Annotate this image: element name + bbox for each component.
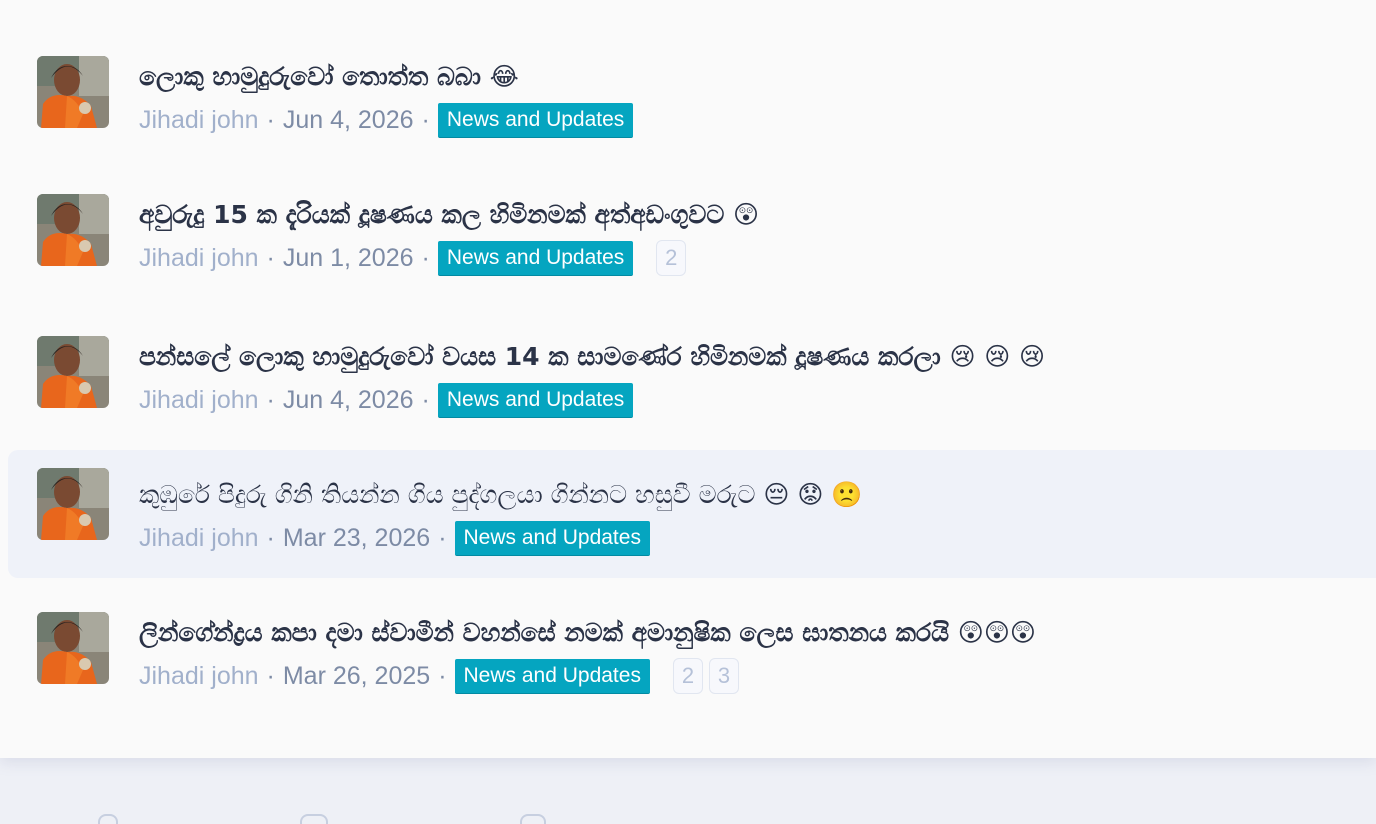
user-avatar-image xyxy=(37,194,109,266)
thread-title[interactable]: අවුරුදු 15 ක දැරියක් දූෂණය කල හිමිනමක් අ… xyxy=(139,194,759,236)
thread-date[interactable]: Jun 4, 2026 xyxy=(283,102,414,138)
page-jump-links: 23 xyxy=(672,658,739,694)
thread-meta: Jihadi john · Mar 23, 2026 · News and Up… xyxy=(139,520,650,556)
avatar[interactable] xyxy=(37,194,109,266)
avatar[interactable] xyxy=(37,468,109,540)
thread-title[interactable]: කුඹුරේ පිදුරු ගිනි තියන්න ගිය පුද්ගලයා ග… xyxy=(139,474,863,516)
thread-list-panel: ලොකු හාමුදුරුවෝ තොත්ත බබා 😂 Jihadi john … xyxy=(0,0,1376,758)
thread-item[interactable]: අවුරුදු 15 ක දැරියක් දූෂණය කල හිමිනමක් අ… xyxy=(8,194,1376,322)
page-link[interactable]: 2 xyxy=(672,658,703,694)
thread-meta: Jihadi john · Jun 1, 2026 · News and Upd… xyxy=(139,240,687,276)
thread-meta: Jihadi john · Mar 26, 2025 · News and Up… xyxy=(139,658,739,694)
thread-item[interactable]: ලින්ගේන්ද්‍රය කපා දමා ස්වාමීන් වහන්සේ නම… xyxy=(8,612,1376,740)
thread-date[interactable]: Jun 1, 2026 xyxy=(283,240,414,276)
page-link[interactable]: 3 xyxy=(708,658,739,694)
thread-author[interactable]: Jihadi john xyxy=(139,382,259,418)
forum-tag[interactable]: News and Updates xyxy=(437,102,634,138)
meta-separator: · xyxy=(266,106,275,134)
thread-title[interactable]: ලින්ගේන්ද්‍රය කපා දමා ස්වාමීන් වහන්සේ නම… xyxy=(139,612,1036,654)
meta-separator: · xyxy=(266,386,275,414)
footer-partial xyxy=(0,806,1376,824)
thread-meta: Jihadi john · Jun 4, 2026 · News and Upd… xyxy=(139,382,634,418)
user-avatar-image xyxy=(37,56,109,128)
page-jump-links: 2 xyxy=(656,240,687,276)
avatar[interactable] xyxy=(37,336,109,408)
forum-tag[interactable]: News and Updates xyxy=(437,382,634,418)
forum-tag[interactable]: News and Updates xyxy=(454,658,650,694)
meta-separator: · xyxy=(266,662,275,690)
thread-author[interactable]: Jihadi john xyxy=(139,520,259,556)
user-avatar-image xyxy=(37,468,109,540)
forum-tag[interactable]: News and Updates xyxy=(454,520,650,556)
meta-separator: · xyxy=(421,106,430,134)
user-avatar-image xyxy=(37,612,109,684)
forum-tag[interactable]: News and Updates xyxy=(437,240,634,276)
thread-date[interactable]: Mar 23, 2026 xyxy=(283,520,430,556)
thread-date[interactable]: Mar 26, 2025 xyxy=(283,658,430,694)
thread-item[interactable]: කුඹුරේ පිදුරු ගිනි තියන්න ගිය පුද්ගලයා ග… xyxy=(8,450,1376,578)
meta-separator: · xyxy=(438,662,447,690)
thread-author[interactable]: Jihadi john xyxy=(139,658,259,694)
thread-item[interactable]: පන්සලේ ලොකු හාමුදුරුවෝ වයස 14 ක සාමණේර හ… xyxy=(8,336,1376,464)
page-link[interactable]: 2 xyxy=(656,240,687,276)
meta-separator: · xyxy=(266,524,275,552)
thread-title[interactable]: පන්සලේ ලොකු හාමුදුරුවෝ වයස 14 ක සාමණේර හ… xyxy=(139,336,1045,378)
user-avatar-image xyxy=(37,336,109,408)
meta-separator: · xyxy=(421,386,430,414)
avatar[interactable] xyxy=(37,612,109,684)
thread-meta: Jihadi john · Jun 4, 2026 · News and Upd… xyxy=(139,102,634,138)
meta-separator: · xyxy=(266,244,275,272)
thread-date[interactable]: Jun 4, 2026 xyxy=(283,382,414,418)
thread-title[interactable]: ලොකු හාමුදුරුවෝ තොත්ත බබා 😂 xyxy=(139,56,519,98)
thread-item[interactable]: ලොකු හාමුදුරුවෝ තොත්ත බබා 😂 Jihadi john … xyxy=(8,56,1376,184)
meta-separator: · xyxy=(438,524,447,552)
thread-author[interactable]: Jihadi john xyxy=(139,240,259,276)
thread-author[interactable]: Jihadi john xyxy=(139,102,259,138)
meta-separator: · xyxy=(421,244,430,272)
avatar[interactable] xyxy=(37,56,109,128)
